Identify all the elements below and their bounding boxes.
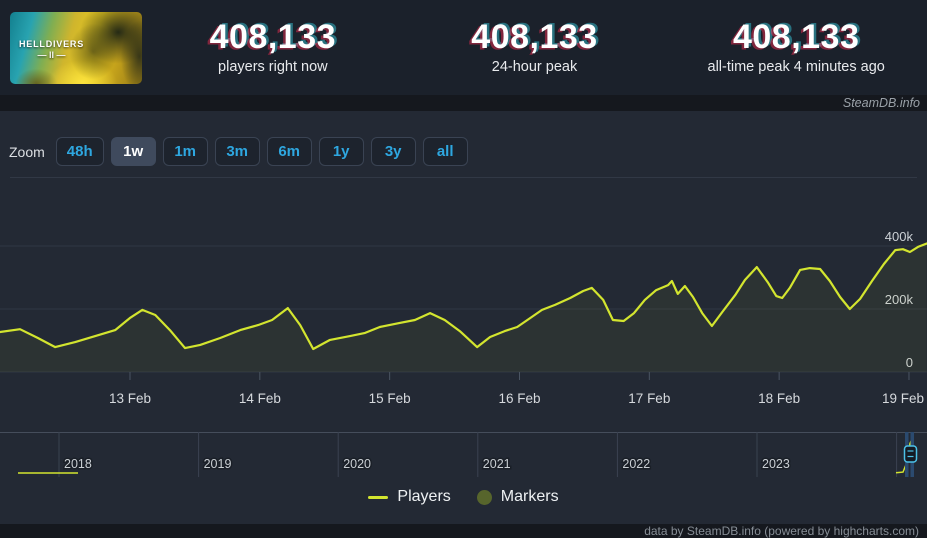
navigator-handle[interactable]	[903, 445, 918, 463]
navigator-year-label: 2022	[622, 457, 650, 471]
alltime-peak-label: all-time peak 4 minutes ago	[707, 59, 885, 76]
header: HELLDIVERS — II — 408,133 players right …	[0, 0, 927, 95]
players-now-value: 408,133	[209, 17, 337, 56]
chart-section: Zoom 48h 1w 1m 3m 6m 1y 3y all 400k200k0…	[0, 111, 927, 524]
zoom-label: Zoom	[9, 143, 45, 160]
x-axis-label: 17 Feb	[628, 391, 670, 406]
y-axis-label: 400k	[885, 229, 914, 244]
x-axis-label: 16 Feb	[498, 391, 540, 406]
legend-markers-label: Markers	[500, 488, 559, 505]
alltime-peak-value: 408,133	[732, 17, 860, 56]
navigator-year-label: 2018	[64, 457, 92, 471]
legend-item-markers[interactable]: Markers	[476, 488, 559, 506]
game-capsule-image[interactable]: HELLDIVERS — II —	[10, 11, 142, 84]
legend-item-players[interactable]: Players	[368, 488, 451, 506]
steamdb-chart-page: HELLDIVERS — II — 408,133 players right …	[0, 0, 927, 538]
range-button-1y[interactable]: 1y	[318, 137, 364, 166]
markers-circle-swatch	[476, 489, 492, 505]
range-button-48h[interactable]: 48h	[55, 137, 104, 166]
game-logo-title: HELLDIVERS	[19, 38, 85, 49]
navigator-year-label: 2021	[483, 457, 511, 471]
x-axis-label: 19 Feb	[882, 391, 924, 406]
players-now-label: players right now	[218, 59, 328, 76]
navigator-year-label: 2019	[204, 457, 232, 471]
x-axis-label: 14 Feb	[239, 391, 281, 406]
peak-24h-value: 408,133	[471, 17, 598, 56]
peak-24h-label: 24-hour peak	[491, 59, 578, 76]
players-line-swatch	[368, 495, 389, 499]
players-chart-plot[interactable]: 400k200k013 Feb14 Feb15 Feb16 Feb17 Feb1…	[0, 180, 927, 425]
range-button-all[interactable]: all	[422, 137, 468, 166]
stat-24h-peak: 408,133 24-hour peak	[404, 17, 666, 76]
chart-credit[interactable]: data by SteamDB.info (powered by highcha…	[644, 524, 919, 538]
game-logo: HELLDIVERS — II —	[19, 39, 84, 60]
players-area-fill	[0, 243, 927, 372]
header-stats: 408,133 players right now 408,133 24-hou…	[142, 17, 927, 76]
game-logo-numeral: — II —	[37, 49, 66, 60]
toolbar-divider	[10, 177, 917, 178]
navigator-year-label: 2023	[762, 457, 790, 471]
x-axis-label: 18 Feb	[758, 391, 800, 406]
chart-navigator[interactable]: 2018 2019 2020 2021 2022 2023	[0, 425, 927, 485]
range-button-3y[interactable]: 3y	[370, 137, 416, 166]
steamdb-watermark: SteamDB.info	[842, 96, 920, 110]
chart-legend: Players Markers	[0, 488, 927, 506]
navigator-year-label: 2020	[343, 457, 371, 471]
x-axis-label: 15 Feb	[369, 391, 411, 406]
zoom-toolbar: Zoom 48h 1w 1m 3m 6m 1y 3y all	[9, 137, 468, 166]
stat-alltime-peak: 408,133 all-time peak 4 minutes ago	[665, 17, 927, 76]
range-button-1w[interactable]: 1w	[110, 137, 156, 166]
stat-players-now: 408,133 players right now	[142, 17, 404, 76]
brand-bar: SteamDB.info	[0, 95, 927, 111]
range-button-3m[interactable]: 3m	[214, 137, 260, 166]
legend-players-label: Players	[397, 488, 451, 505]
range-button-6m[interactable]: 6m	[266, 137, 312, 166]
credits-bar: data by SteamDB.info (powered by highcha…	[0, 524, 927, 538]
range-button-1m[interactable]: 1m	[162, 137, 208, 166]
x-axis-label: 13 Feb	[109, 391, 151, 406]
